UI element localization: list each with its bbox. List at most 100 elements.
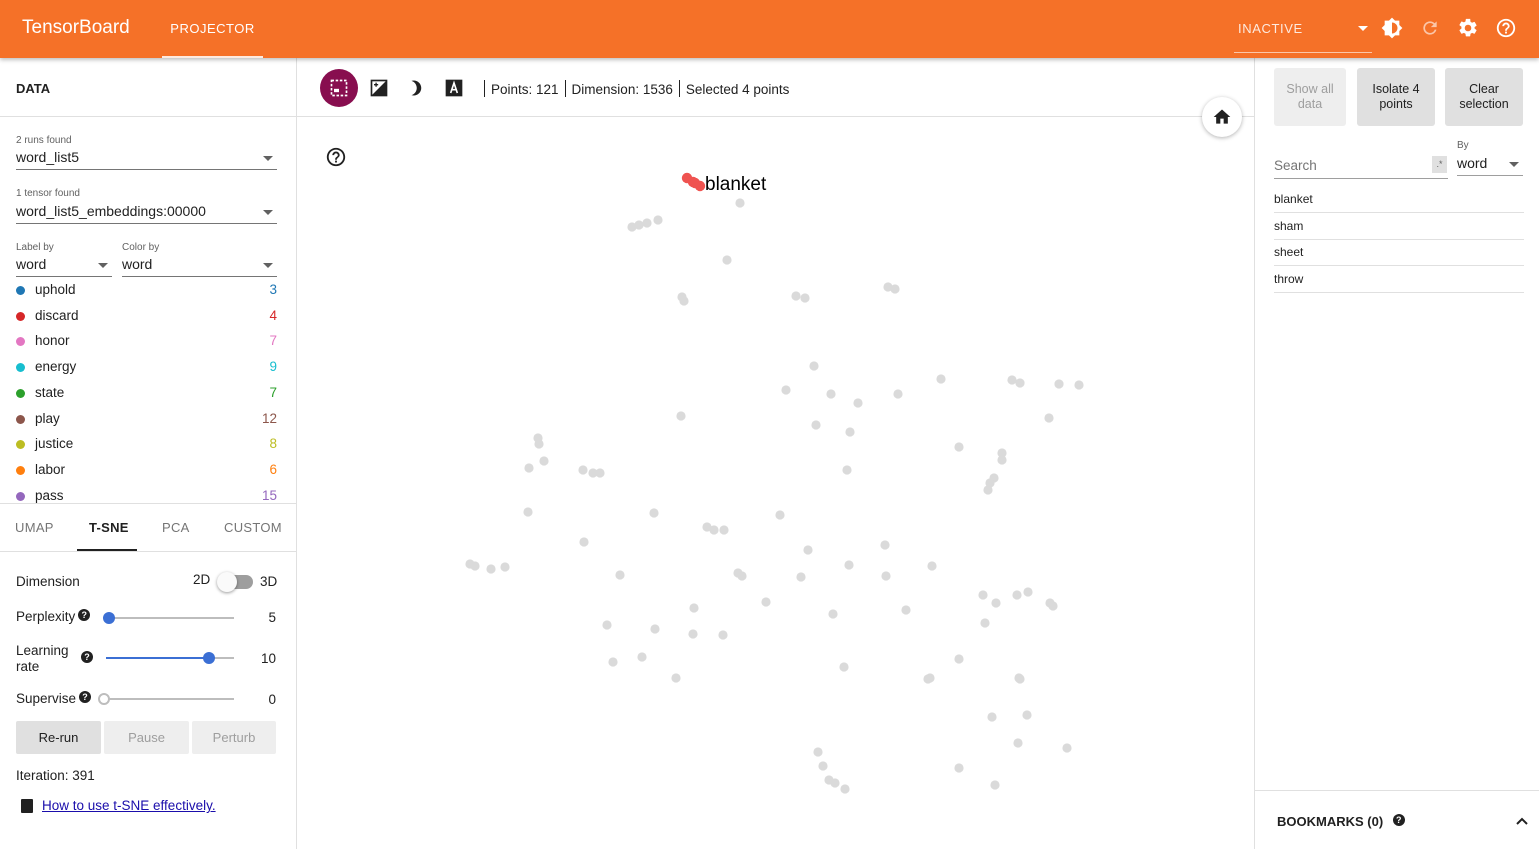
embedding-point[interactable] [579,537,589,547]
supervise-slider-track[interactable] [106,698,234,700]
embedding-point[interactable] [595,468,605,478]
run-select[interactable]: word_list5 [16,146,277,170]
embedding-point[interactable] [578,465,588,475]
rerun-button[interactable]: Re-run [16,721,101,754]
embedding-point[interactable] [486,564,496,574]
embedding-point[interactable] [839,662,849,672]
clear-selection-button[interactable]: Clear selection [1445,68,1523,126]
embedding-point[interactable] [1023,587,1033,597]
embedding-point[interactable] [1022,710,1032,720]
embedding-point[interactable] [881,571,891,581]
embedding-point[interactable] [781,385,791,395]
search-result-item[interactable]: blanket [1274,186,1524,213]
embedding-point[interactable] [997,455,1007,465]
embedding-point[interactable] [523,507,533,517]
embedding-point[interactable] [649,508,659,518]
embedding-point[interactable] [923,674,933,684]
scatter-plot-canvas[interactable]: blanket [297,116,1254,849]
tab-umap[interactable]: UMAP [15,520,54,535]
tsne-help-link[interactable]: How to use t-SNE effectively. [42,798,216,813]
perplexity-slider-track[interactable] [106,617,234,619]
embedding-point[interactable] [689,603,699,613]
embedding-point[interactable] [954,654,964,664]
legend-item[interactable]: labor 6 [16,460,277,480]
selected-point[interactable] [689,177,701,189]
embedding-point[interactable] [1074,380,1084,390]
search-result-item[interactable]: sham [1274,213,1524,240]
embedding-point[interactable] [539,456,549,466]
show-all-data-button[interactable]: Show all data [1274,68,1346,126]
help-icon[interactable]: ? [78,609,91,621]
embedding-point[interactable] [818,761,828,771]
settings-icon[interactable] [1456,16,1480,40]
embedding-point[interactable] [796,572,806,582]
legend-item[interactable]: state 7 [16,383,277,403]
perplexity-slider-knob[interactable] [103,612,115,624]
pause-button[interactable]: Pause [104,721,189,754]
legend-item[interactable]: play 12 [16,409,277,429]
embedding-point[interactable] [1048,601,1058,611]
embedding-point[interactable] [927,561,937,571]
embedding-point[interactable] [1013,738,1023,748]
embedding-point[interactable] [500,562,510,572]
embedding-point[interactable] [679,296,689,306]
tab-custom[interactable]: CUSTOM [224,520,282,535]
embedding-point[interactable] [983,485,993,495]
embedding-point[interactable] [1062,743,1072,753]
help-icon[interactable]: ? [81,651,93,663]
embedding-point[interactable] [722,255,732,265]
bookmarks-panel[interactable]: BOOKMARKS (0) ? [1255,790,1539,849]
embedding-point[interactable] [990,780,1000,790]
embedding-point[interactable] [737,571,747,581]
embedding-point[interactable] [809,361,819,371]
embedding-point[interactable] [709,525,719,535]
labels-toggle-button[interactable] [435,70,473,106]
embedding-point[interactable] [1044,413,1054,423]
embedding-point[interactable] [719,525,729,535]
refresh-icon[interactable] [1418,16,1442,40]
search-result-item[interactable]: sheet [1274,239,1524,266]
embedding-point[interactable] [534,439,544,449]
embedding-point[interactable] [1054,379,1064,389]
search-by-select[interactable]: word [1457,152,1523,176]
select-mode-button[interactable] [320,69,358,107]
embedding-point[interactable] [853,398,863,408]
embedding-point[interactable] [991,598,1001,608]
supervise-slider-knob[interactable] [98,693,110,705]
search-input[interactable] [1274,153,1448,179]
search-result-item[interactable]: throw [1274,266,1524,293]
embedding-point[interactable] [936,374,946,384]
embedding-point[interactable] [954,763,964,773]
embedding-point[interactable] [890,284,900,294]
embedding-point[interactable] [830,778,840,788]
label-by-select[interactable]: word [16,253,112,277]
legend-item[interactable]: uphold 3 [16,280,277,300]
perturb-button[interactable]: Perturb [192,721,276,754]
embedding-point[interactable] [803,545,813,555]
embedding-point[interactable] [1015,378,1025,388]
embedding-point[interactable] [811,420,821,430]
embedding-point[interactable] [634,220,644,230]
embedding-point[interactable] [650,624,660,634]
embedding-point[interactable] [840,784,850,794]
embedding-point[interactable] [1015,674,1025,684]
embedding-point[interactable] [637,652,647,662]
embedding-point[interactable] [813,747,823,757]
embedding-point[interactable] [688,629,698,639]
embedding-point[interactable] [1007,375,1017,385]
embedding-point[interactable] [676,411,686,421]
embedding-point[interactable] [615,570,625,580]
embedding-point[interactable] [901,605,911,615]
legend-item[interactable]: honor 7 [16,331,277,351]
embedding-point[interactable] [761,597,771,607]
embedding-point[interactable] [775,510,785,520]
embedding-point[interactable] [845,427,855,437]
help-icon[interactable]: ? [1392,814,1405,826]
embedding-point[interactable] [980,618,990,628]
legend-item[interactable]: discard 4 [16,306,277,326]
embedding-point[interactable] [608,657,618,667]
dark-mode-button[interactable] [397,70,435,106]
embedding-point[interactable] [642,218,652,228]
embedding-point[interactable] [828,609,838,619]
embedding-point[interactable] [602,620,612,630]
